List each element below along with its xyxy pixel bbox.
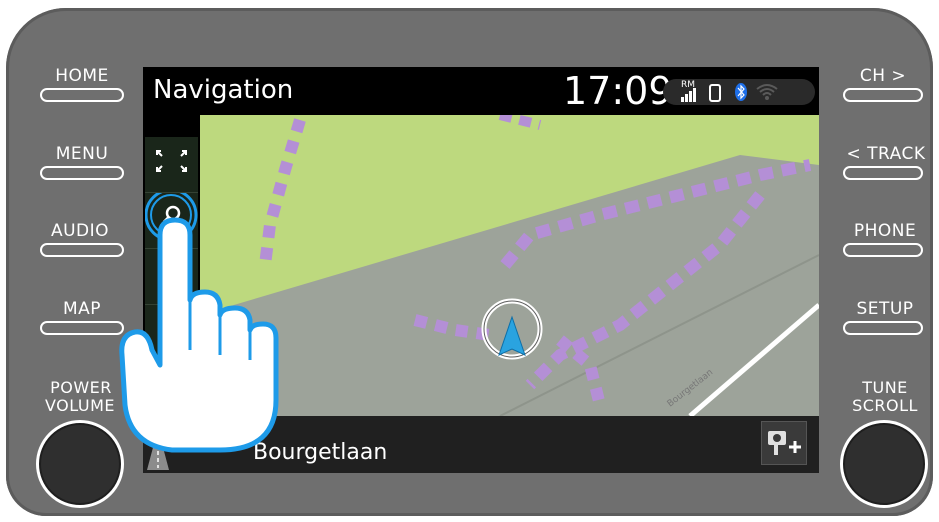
navigation-map[interactable]: Bourgetlaan bbox=[200, 110, 819, 418]
clock: 17:09 bbox=[563, 69, 673, 113]
page-title: Navigation bbox=[153, 75, 294, 105]
hand-pointer-icon bbox=[119, 217, 279, 453]
bluetooth-icon bbox=[735, 83, 747, 101]
phone-button[interactable] bbox=[843, 243, 923, 257]
add-speedcam-button[interactable] bbox=[761, 421, 807, 465]
status-icons: RM bbox=[663, 79, 815, 105]
menu-button[interactable] bbox=[40, 166, 124, 180]
ch-button[interactable] bbox=[843, 88, 923, 102]
menu-button-label: MENU bbox=[55, 144, 109, 164]
setup-button[interactable] bbox=[843, 321, 923, 335]
tune-scroll-knob[interactable] bbox=[840, 420, 928, 508]
home-button-label: HOME bbox=[55, 66, 109, 86]
fullscreen-icon bbox=[156, 150, 187, 172]
status-bar: Navigation 17:09 RM bbox=[143, 67, 819, 115]
tune-label: TUNE bbox=[862, 378, 908, 397]
phone-icon bbox=[709, 84, 721, 102]
track-button[interactable] bbox=[843, 166, 923, 180]
fullscreen-button[interactable] bbox=[145, 137, 198, 193]
home-button[interactable] bbox=[40, 88, 124, 102]
ch-button-label: CH > bbox=[859, 66, 907, 86]
setup-button-label: SETUP bbox=[856, 299, 914, 319]
position-arrow-icon bbox=[481, 298, 543, 360]
phone-button-label: PHONE bbox=[853, 221, 917, 241]
map-canvas: Bourgetlaan bbox=[200, 110, 819, 418]
wifi-icon bbox=[756, 84, 778, 100]
track-button-label: < TRACK bbox=[846, 144, 926, 164]
signal-icon bbox=[681, 88, 696, 102]
scroll-label: SCROLL bbox=[852, 396, 918, 415]
add-camera-icon bbox=[768, 431, 801, 455]
